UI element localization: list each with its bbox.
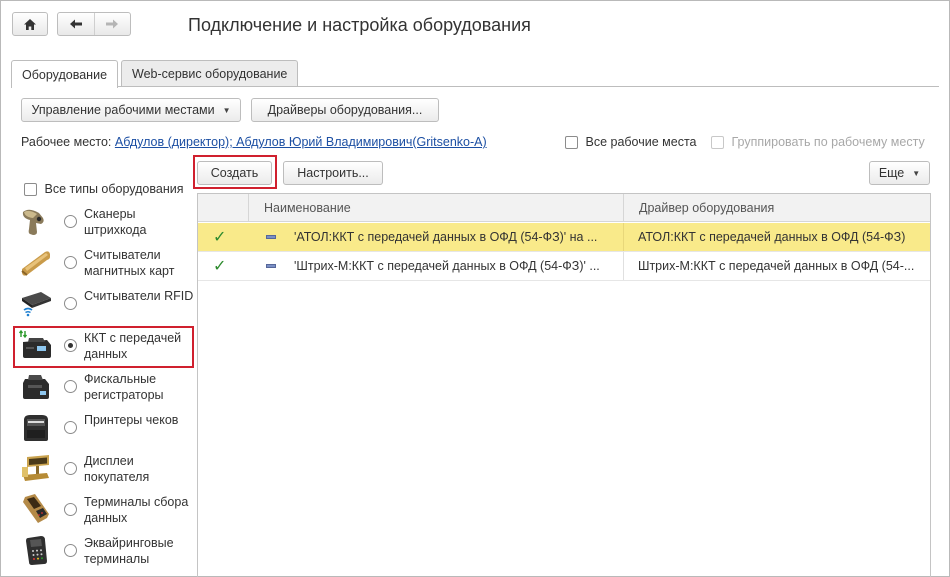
chevron-down-icon: ▼ [912,168,921,178]
radio-receipt-printer[interactable] [64,421,77,434]
more-button[interactable]: Еще ▼ [869,161,930,185]
all-workplaces-label: Все рабочие места [585,135,697,149]
history-navigation [57,12,131,36]
radio-rfid-reader[interactable] [64,297,77,310]
radio-online-cash-register[interactable] [64,339,77,352]
equipment-type-acquiring-terminal[interactable]: Эквайринговые терминалы [19,531,189,571]
tab-divider [11,86,939,87]
arrow-right-icon [106,19,119,29]
workplaces-menu-label: Управление рабочими местами [31,103,215,117]
customer-display-icon [22,455,49,481]
barcode-scanner-icon [22,209,44,235]
create-button[interactable]: Создать [197,161,272,185]
tab-equipment[interactable]: Оборудование [11,60,119,88]
workplace-row: Рабочее место: Абдулов (директор); Абдул… [21,135,487,149]
equipment-table: Наименование Драйвер оборудования ✓ 'АТО… [197,193,931,577]
column-header-name[interactable]: Наименование [248,194,623,221]
equipment-type-online-cash-register[interactable]: ККТ с передачей данных [19,326,189,366]
equipment-type-receipt-printer[interactable]: Принтеры чеков [19,408,189,448]
radio-customer-display[interactable] [64,462,77,475]
equipment-type-label: Эквайринговые терминалы [84,536,174,566]
equipment-type-label: Считыватели магнитных карт [84,248,175,278]
equipment-type-customer-display[interactable]: Дисплеи покупателя [19,449,189,489]
workplace-label: Рабочее место: [21,135,112,149]
equipment-type-label: Принтеры чеков [84,413,179,427]
row-name: 'Штрих-М:ККТ с передачей данных в ОФД (5… [294,259,600,273]
magnetic-card-reader-icon [21,251,50,276]
online-cash-register-icon [19,330,51,358]
radio-acquiring-terminal[interactable] [64,544,77,557]
equipment-type-label: Терминалы сбора данных [84,495,189,525]
chevron-down-icon: ▼ [222,105,231,115]
all-types-label: Все типы оборудования [44,182,184,196]
item-marker-icon [266,252,278,280]
equipment-window: Подключение и настройка оборудования Обо… [0,0,950,577]
table-row[interactable]: ✓ 'АТОЛ:ККТ с передачей данных в ОФД (54… [198,223,930,252]
group-by-workplace-label: Группировать по рабочему месту [731,135,925,149]
radio-data-terminal[interactable] [64,503,77,516]
table-row[interactable]: ✓ 'Штрих-М:ККТ с передачей данных в ОФД … [198,252,930,281]
equipment-type-label: ККТ с передачей данных [84,331,182,361]
workplace-link[interactable]: Абдулов (директор); Абдулов Юрий Владими… [115,135,487,149]
back-button[interactable] [58,13,94,35]
acquiring-terminal-icon [26,536,47,565]
column-header-driver[interactable]: Драйвер оборудования [623,194,930,221]
equipment-type-rfid-reader[interactable]: Считыватели RFID [19,284,193,324]
row-driver: Штрих-М:ККТ с передачей данных в ОФД (54… [623,252,930,280]
group-by-workplace-checkbox[interactable] [711,136,724,150]
equipment-type-data-terminal[interactable]: Терминалы сбора данных [19,490,189,530]
all-types-toggle[interactable]: Все типы оборудования [24,182,184,197]
radio-magnetic-card-reader[interactable] [64,256,77,269]
fiscal-printer-icon [23,375,49,399]
check-icon: ✓ [213,258,227,275]
radio-barcode-scanner[interactable] [64,215,77,228]
rfid-reader-icon [22,292,51,317]
workplaces-menu-button[interactable]: Управление рабочими местами ▼ [21,98,241,122]
receipt-printer-icon [24,415,48,441]
equipment-type-label: Считыватели RFID [84,289,194,303]
home-icon [24,18,36,30]
column-header-status[interactable] [198,194,248,221]
configure-button[interactable]: Настроить... [283,161,383,185]
equipment-type-label: Дисплеи покупателя [84,454,150,484]
data-terminal-icon [23,494,49,523]
equipment-type-magnetic-card-reader[interactable]: Считыватели магнитных карт [19,243,189,283]
check-icon: ✓ [213,229,227,246]
item-marker-icon [266,223,278,251]
home-button[interactable] [12,12,48,36]
table-header: Наименование Драйвер оборудования [198,194,930,222]
drivers-button[interactable]: Драйверы оборудования... [251,98,439,122]
equipment-type-fiscal-printer[interactable]: Фискальные регистраторы [19,367,189,407]
forward-button[interactable] [93,13,131,35]
row-name: 'АТОЛ:ККТ с передачей данных в ОФД (54-Ф… [294,230,598,244]
all-workplaces-toggle[interactable]: Все рабочие места [565,135,697,150]
all-types-checkbox[interactable] [24,183,37,197]
equipment-type-label: Сканеры штрихкода [84,207,147,237]
row-driver: АТОЛ:ККТ с передачей данных в ОФД (54-ФЗ… [623,223,930,251]
page-title: Подключение и настройка оборудования [188,15,531,35]
all-workplaces-checkbox[interactable] [565,136,578,150]
group-by-workplace-toggle[interactable]: Группировать по рабочему месту [711,135,925,150]
arrow-left-icon [69,19,82,29]
more-label: Еще [878,166,905,180]
equipment-type-barcode-scanner[interactable]: Сканеры штрихкода [19,202,189,242]
tab-web-service[interactable]: Web-сервис оборудование [121,60,299,87]
equipment-type-label: Фискальные регистраторы [84,372,164,402]
radio-fiscal-printer[interactable] [64,380,77,393]
